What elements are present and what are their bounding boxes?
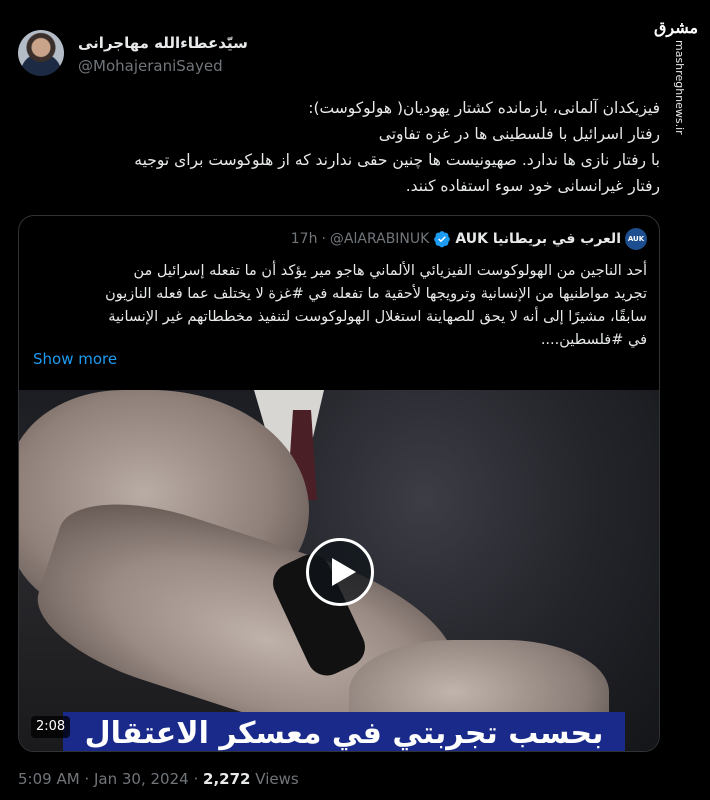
quoted-tweet[interactable]: AUK العرب في بريطانيا AUK @AlARABINUK · … [18,215,660,752]
tweet-time[interactable]: 5:09 AM [18,770,80,788]
brand-url: mashreghnews.ir [673,40,686,135]
quoted-avatar: AUK [625,228,647,250]
quoted-line: في #فلسطين.... [540,332,647,348]
tweet-line: رفتار اسرائیل با فلسطینی ها در غزه تفاوت… [378,125,660,143]
quoted-author-name: العرب في بريطانيا AUK [455,231,621,247]
tweet-date[interactable]: Jan 30, 2024 [94,770,189,788]
quoted-time[interactable]: 17h [291,231,318,247]
separator-dot: · [193,770,199,788]
quoted-line: سابقًا، مشيرًا إلى أنه لا يحق للصهاينة ا… [108,309,647,325]
tweet-line: فیزیکدان آلمانی، بازمانده کشتار یهودیان(… [308,99,660,117]
views-count: 2,272 [203,770,251,788]
show-more-link[interactable]: Show more [33,350,117,368]
separator-dot: · [84,770,90,788]
play-button[interactable] [306,538,374,606]
separator-dot: · [321,231,326,247]
video-duration: 2:08 [31,716,71,738]
tweet-line: با رفتار نازی ها ندارد. صهیونیست ها چنین… [134,151,660,169]
tweet-header: سیّدعطاءالله مهاجرانی @MohajeraniSayed [18,28,638,80]
verified-badge-icon [434,231,451,248]
author-handle[interactable]: @MohajeraniSayed [78,57,223,75]
quoted-tweet-header: AUK العرب في بريطانيا AUK @AlARABINUK · … [291,228,647,250]
views-label: Views [255,770,299,788]
quoted-line: أحد الناجين من الهولوكوست الفيزيائي الأل… [133,263,647,279]
brand-logo: مشرق [654,18,699,37]
author-name[interactable]: سیّدعطاءالله مهاجرانی [78,34,248,52]
tweet-text: فیزیکدان آلمانی، بازمانده کشتار یهودیان(… [20,95,660,199]
video-player[interactable]: بحسب تجربتي في معسكر الاعتقال 2:08 [19,390,659,751]
play-icon [332,558,356,586]
quoted-line: تجريد مواطنيها من الإنسانية وترويجها لأح… [105,286,647,302]
tweet-line: رفتار غیرانسانی خود سوء استفاده کنند. [405,177,660,195]
quoted-author-handle: @AlARABINUK [329,231,430,247]
video-caption: بحسب تجربتي في معسكر الاعتقال [63,712,625,751]
author-avatar[interactable] [18,30,64,76]
quoted-tweet-text: أحد الناجين من الهولوكوست الفيزيائي الأل… [29,260,647,352]
tweet-meta: 5:09 AM · Jan 30, 2024 · 2,272 Views [18,770,299,788]
